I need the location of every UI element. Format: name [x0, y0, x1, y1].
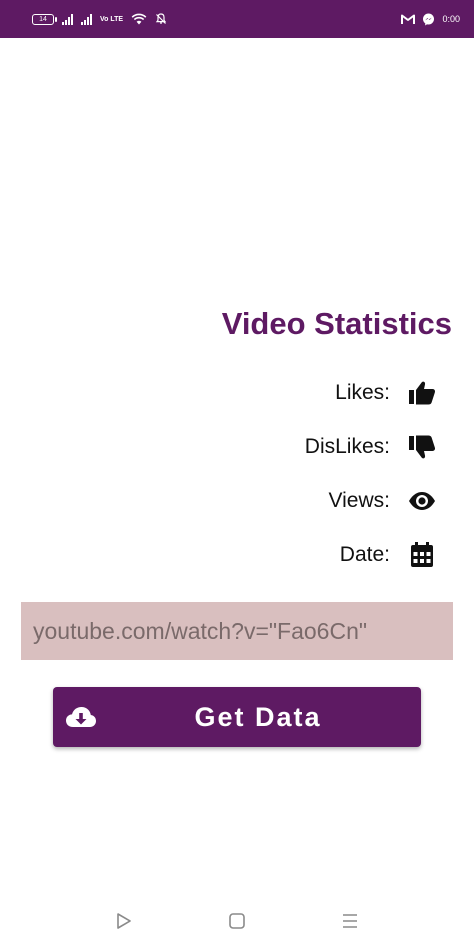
- navigation-bar: [0, 900, 474, 940]
- stat-row-likes: Likes:: [335, 378, 436, 408]
- stat-row-date: Date:: [340, 540, 436, 570]
- stat-row-dislikes: DisLikes:: [305, 432, 436, 462]
- get-data-label: Get Data: [194, 701, 322, 732]
- get-data-button[interactable]: Get Data: [53, 687, 421, 747]
- video-url-input[interactable]: [21, 602, 453, 660]
- eye-icon: [408, 487, 436, 515]
- signal-icon-2: [81, 13, 92, 25]
- gmail-icon: [401, 14, 416, 24]
- menu-icon: [343, 914, 357, 928]
- status-right: 0:00: [401, 13, 460, 26]
- calendar-icon: [408, 541, 436, 569]
- back-icon: [117, 913, 131, 929]
- home-icon: [229, 913, 245, 929]
- status-time: 0:00: [442, 14, 460, 24]
- bell-off-icon: [155, 13, 167, 24]
- status-left: 14 Vo LTE: [32, 13, 167, 25]
- likes-label: Likes:: [335, 381, 390, 404]
- stat-row-views: Views:: [329, 486, 436, 516]
- wifi-icon: [131, 13, 147, 25]
- thumbs-down-icon: [408, 433, 436, 461]
- messenger-icon: [423, 13, 435, 25]
- battery-icon: 14: [32, 13, 57, 25]
- volte-label: Vo LTE: [100, 15, 124, 23]
- status-bar: 14 Vo LTE 0:00: [0, 0, 474, 38]
- battery-level: 14: [39, 15, 47, 23]
- signal-icon: [62, 13, 73, 25]
- home-button[interactable]: [226, 910, 248, 932]
- thumbs-up-icon: [408, 379, 436, 407]
- back-button[interactable]: [113, 910, 135, 932]
- menu-button[interactable]: [339, 910, 361, 932]
- page-title: Video Statistics: [221, 306, 452, 341]
- views-label: Views:: [328, 489, 390, 512]
- dislikes-label: DisLikes:: [304, 435, 390, 458]
- date-label: Date:: [339, 543, 390, 566]
